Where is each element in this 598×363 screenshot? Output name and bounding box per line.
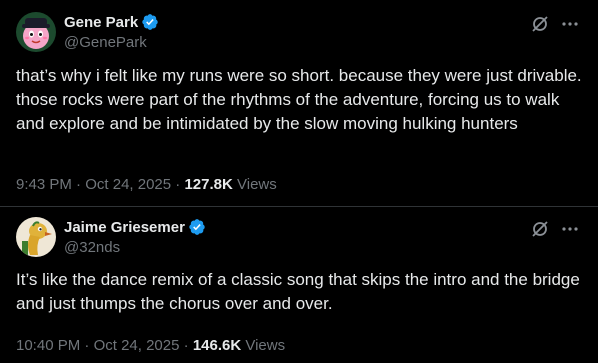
post-text: that’s why i felt like my runs were so s… [16,66,582,133]
post-time[interactable]: 9:43 PM [16,176,72,193]
avatar[interactable] [16,12,56,52]
views-label: Views [245,337,286,354]
meta-separator: · [76,176,86,193]
post[interactable]: Gene Park @GenePark that’s why i felt li… [0,0,598,207]
post[interactable]: Jaime Griesemer @32nds It’s like the dan… [0,207,598,363]
grok-icon[interactable] [530,14,550,34]
views-count: 146.6K [192,337,242,354]
avatar[interactable] [16,217,56,257]
verified-badge-icon[interactable] [188,218,206,236]
views-count: 127.8K [184,176,233,193]
author-handle[interactable]: @GenePark [64,34,147,51]
author-name-row[interactable]: Jaime Griesemer [64,218,206,236]
post-time[interactable]: 10:40 PM [16,337,80,354]
post-meta: 9:43 PM · Oct 24, 2025 · 127.8K Views [16,176,277,193]
meta-separator: · [183,337,193,354]
views-label: Views [237,176,277,193]
more-icon[interactable] [560,14,580,34]
meta-separator: · [84,337,94,354]
post-actions [530,219,580,239]
post-date[interactable]: Oct 24, 2025 [94,337,180,354]
post-meta: 10:40 PM · Oct 24, 2025 · 146.6K Views [16,337,285,354]
author-name[interactable]: Jaime Griesemer [64,219,185,236]
post-date[interactable]: Oct 24, 2025 [85,176,171,193]
more-icon[interactable] [560,219,580,239]
post-actions [530,14,580,34]
grok-icon[interactable] [530,219,550,239]
verified-badge-icon[interactable] [141,13,159,31]
author-handle[interactable]: @32nds [64,239,120,256]
author-name[interactable]: Gene Park [64,14,138,31]
post-text: It’s like the dance remix of a classic s… [16,270,580,313]
author-name-row[interactable]: Gene Park [64,13,159,31]
